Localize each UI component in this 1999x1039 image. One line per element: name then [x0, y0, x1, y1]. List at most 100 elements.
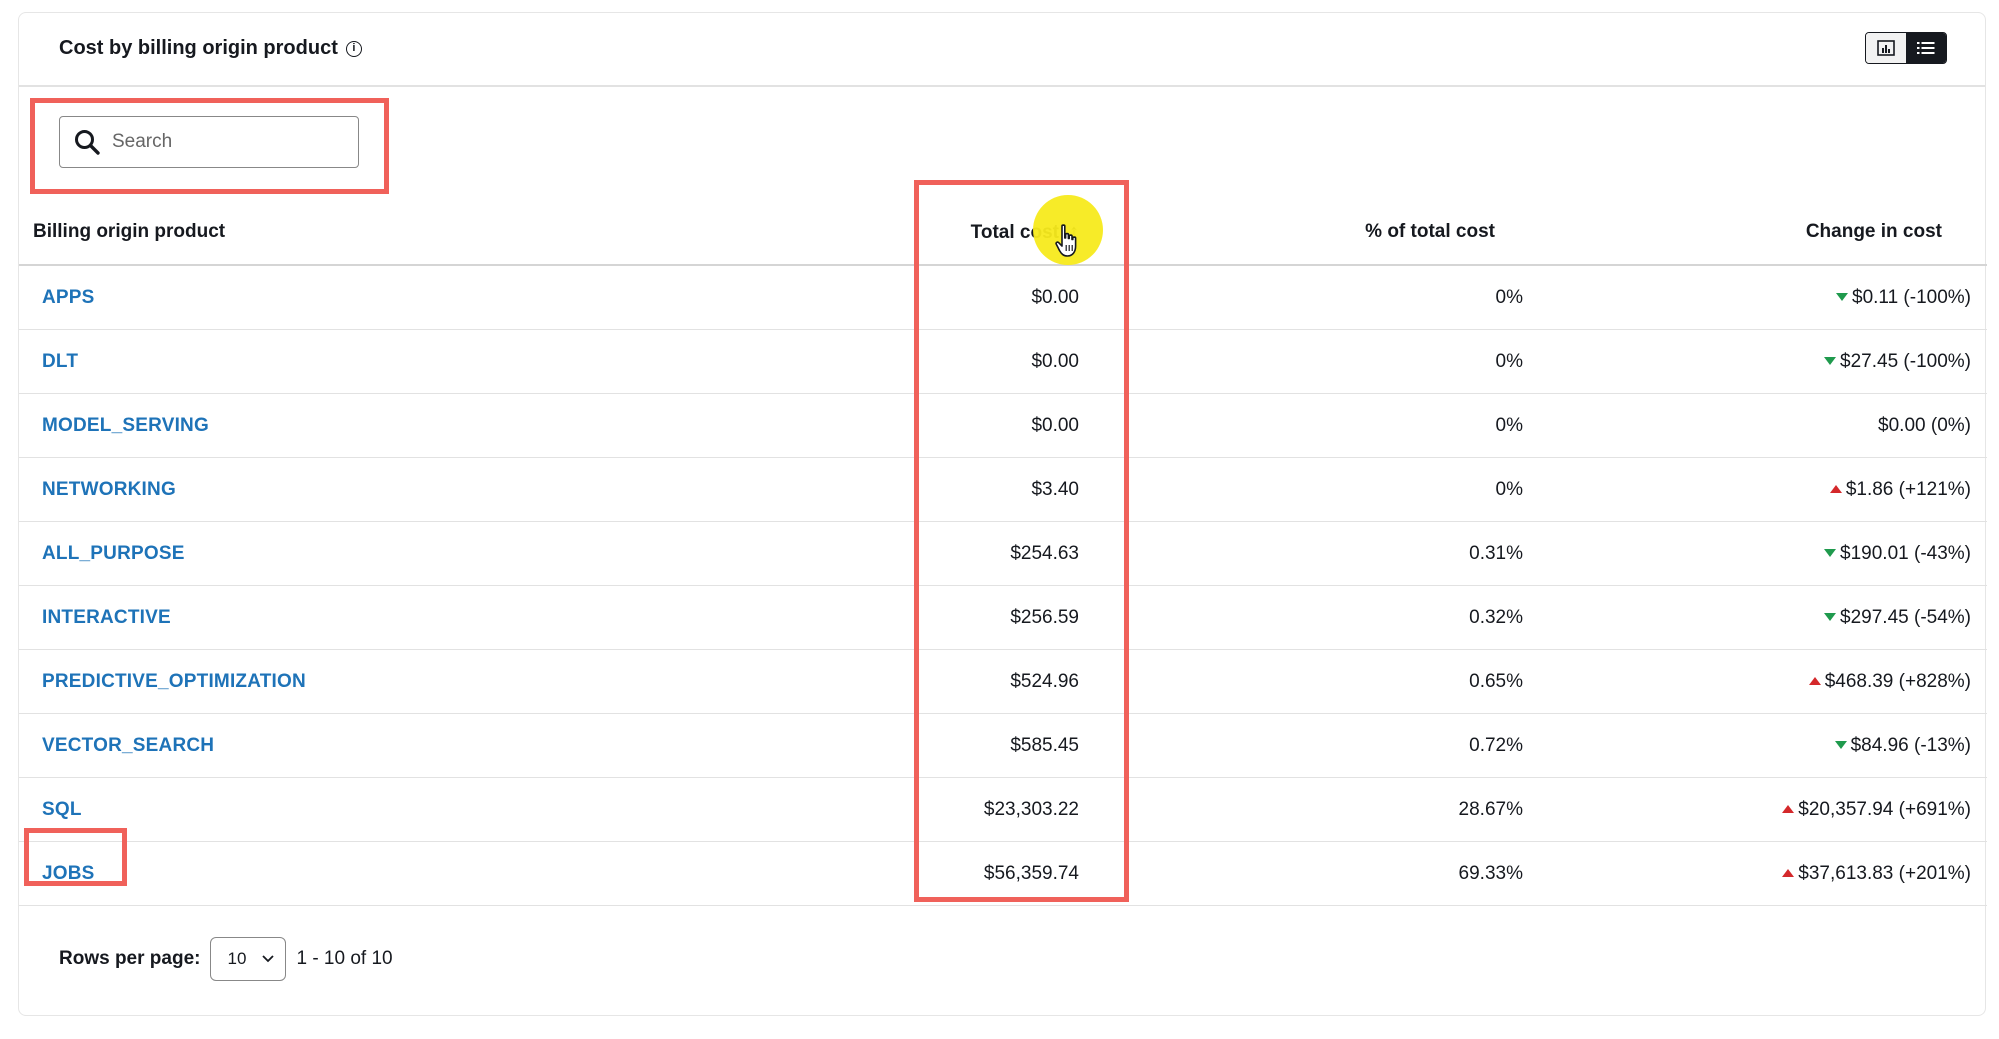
product-link[interactable]: VECTOR_SEARCH — [42, 735, 214, 756]
table-row: JOBS $56,359.74 69.33% $37,613.83 (+201%… — [19, 841, 1987, 906]
bar-chart-icon — [1877, 40, 1895, 56]
chevron-down-icon — [262, 955, 275, 963]
table-header-row: Billing origin product Total cost ↑ % of … — [19, 200, 1987, 266]
trend-down-icon — [1836, 293, 1848, 302]
change-cell: $297.45 (-54%) — [1523, 585, 1987, 650]
trend-up-icon — [1829, 485, 1842, 494]
column-header-product[interactable]: Billing origin product — [19, 200, 919, 266]
total-cost-cell: $254.63 — [919, 521, 1079, 586]
pct-cell: 0.65% — [1079, 649, 1523, 714]
change-cell: $468.39 (+828%) — [1523, 649, 1987, 714]
info-icon[interactable]: i — [345, 40, 362, 57]
search-icon — [72, 127, 102, 157]
trend-up-icon — [1782, 805, 1795, 814]
pct-cell: 0% — [1079, 457, 1523, 522]
panel-header: Cost by billing origin product i — [19, 13, 1985, 87]
total-cost-cell: $585.45 — [919, 713, 1079, 778]
cost-panel: Cost by billing origin product i Search … — [18, 12, 1987, 1016]
column-header-total-cost[interactable]: Total cost ↑ — [919, 200, 1079, 266]
product-link[interactable]: SQL — [42, 799, 82, 820]
column-header-change[interactable]: Change in cost — [1523, 200, 1987, 266]
chart-view-button[interactable] — [1866, 33, 1906, 63]
column-header-total-label: Total cost — [970, 221, 1059, 243]
page-size-value: 10 — [227, 949, 247, 968]
page-range: 1 - 10 of 10 — [296, 948, 393, 969]
change-cell: $84.96 (-13%) — [1523, 713, 1987, 778]
trend-down-icon — [1824, 613, 1837, 622]
table-row: VECTOR_SEARCH $585.45 0.72% $84.96 (-13%… — [19, 713, 1987, 778]
product-link[interactable]: NETWORKING — [42, 479, 176, 500]
pct-cell: 69.33% — [1079, 841, 1523, 906]
column-header-pct-label: % of total cost — [1365, 221, 1495, 242]
search-box[interactable] — [59, 116, 359, 168]
change-cell: $0.00 (0%) — [1523, 393, 1987, 458]
change-value: $0.00 (0%) — [1878, 414, 1971, 436]
table-row: APPS $0.00 0% $0.11 (-100%) — [19, 265, 1987, 330]
total-cost-cell: $56,359.74 — [919, 841, 1079, 906]
change-value: $297.45 (-54%) — [1840, 606, 1971, 628]
pct-cell: 0% — [1079, 329, 1523, 394]
arrow-up-icon[interactable]: ↑ — [1069, 221, 1079, 244]
column-header-change-label: Change in cost — [1805, 221, 1942, 242]
column-header-pct[interactable]: % of total cost — [1079, 200, 1523, 266]
pct-cell: 0.72% — [1079, 713, 1523, 778]
product-link[interactable]: JOBS — [42, 863, 95, 884]
change-value: $37,613.83 (+201%) — [1798, 862, 1971, 884]
list-icon — [1917, 42, 1935, 54]
change-cell: $27.45 (-100%) — [1523, 329, 1987, 394]
change-cell: $1.86 (+121%) — [1523, 457, 1987, 522]
table-row: PREDICTIVE_OPTIMIZATION $524.96 0.65% $4… — [19, 649, 1987, 714]
trend-down-icon — [1824, 549, 1837, 558]
page-size-select[interactable]: 10 — [210, 937, 287, 981]
pct-cell: 0% — [1079, 393, 1523, 458]
table-row: DLT $0.00 0% $27.45 (-100%) — [19, 329, 1987, 394]
change-value: $20,357.94 (+691%) — [1798, 798, 1971, 820]
list-view-button[interactable] — [1906, 33, 1946, 63]
change-cell: $20,357.94 (+691%) — [1523, 777, 1987, 842]
total-cost-cell: $0.00 — [919, 265, 1079, 330]
total-cost-cell: $0.00 — [919, 329, 1079, 394]
pct-cell: 0.32% — [1079, 585, 1523, 650]
pagination: Rows per page: 10 1 - 10 of 10 — [59, 937, 393, 981]
change-cell: $0.11 (-100%) — [1523, 265, 1987, 330]
pct-cell: 0.31% — [1079, 521, 1523, 586]
pct-cell: 0% — [1079, 265, 1523, 330]
table-row: MODEL_SERVING $0.00 0% $0.00 (0%) — [19, 393, 1987, 458]
total-cost-cell: $0.00 — [919, 393, 1079, 458]
change-value: $27.45 (-100%) — [1840, 350, 1971, 372]
total-cost-cell: $3.40 — [919, 457, 1079, 522]
product-link[interactable]: PREDICTIVE_OPTIMIZATION — [42, 671, 306, 692]
cost-table: Billing origin product Total cost ↑ % of … — [19, 200, 1987, 906]
change-value: $468.39 (+828%) — [1824, 670, 1971, 692]
table-row: NETWORKING $3.40 0% $1.86 (+121%) — [19, 457, 1987, 522]
change-value: $84.96 (-13%) — [1850, 734, 1971, 756]
total-cost-cell: $256.59 — [919, 585, 1079, 650]
table-row: ALL_PURPOSE $254.63 0.31% $190.01 (-43%) — [19, 521, 1987, 586]
change-value: $190.01 (-43%) — [1840, 542, 1971, 564]
panel-title: Cost by billing origin product i — [59, 37, 362, 60]
table-body: APPS $0.00 0% $0.11 (-100%) DLT $0.00 0%… — [19, 265, 1987, 906]
search-input[interactable] — [110, 130, 334, 154]
product-link[interactable]: APPS — [42, 287, 95, 308]
product-link[interactable]: MODEL_SERVING — [42, 415, 209, 436]
table-row: INTERACTIVE $256.59 0.32% $297.45 (-54%) — [19, 585, 1987, 650]
change-cell: $37,613.83 (+201%) — [1523, 841, 1987, 906]
product-link[interactable]: ALL_PURPOSE — [42, 543, 185, 564]
rows-per-page-label: Rows per page: — [59, 948, 201, 969]
change-value: $0.11 (-100%) — [1852, 286, 1971, 308]
total-cost-cell: $524.96 — [919, 649, 1079, 714]
trend-down-icon — [1834, 741, 1847, 750]
column-header-product-label: Billing origin product — [33, 221, 226, 242]
view-toggle — [1865, 32, 1947, 64]
trend-down-icon — [1824, 357, 1837, 366]
product-link[interactable]: INTERACTIVE — [42, 607, 171, 628]
trend-up-icon — [1782, 869, 1795, 878]
table-row: SQL $23,303.22 28.67% $20,357.94 (+691%) — [19, 777, 1987, 842]
trend-up-icon — [1808, 677, 1821, 686]
pct-cell: 28.67% — [1079, 777, 1523, 842]
change-cell: $190.01 (-43%) — [1523, 521, 1987, 586]
total-cost-cell: $23,303.22 — [919, 777, 1079, 842]
product-link[interactable]: DLT — [42, 351, 78, 372]
change-value: $1.86 (+121%) — [1845, 478, 1971, 500]
panel-title-text: Cost by billing origin product — [59, 37, 338, 59]
